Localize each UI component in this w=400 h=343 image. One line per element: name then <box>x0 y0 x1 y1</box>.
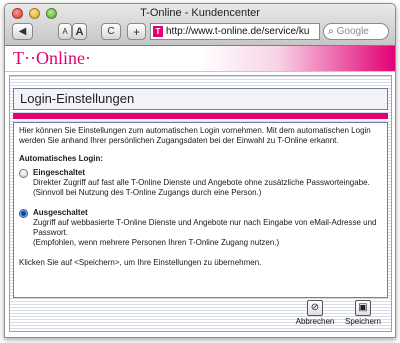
plus-icon: + <box>132 24 140 39</box>
font-smaller-button[interactable]: A <box>58 23 72 40</box>
cancel-button[interactable]: ⊘ Abbrechen <box>295 300 335 330</box>
reload-button[interactable]: C <box>101 23 121 40</box>
cancel-icon: ⊘ <box>307 300 323 316</box>
reload-icon: C <box>107 26 115 37</box>
back-icon: ◀ <box>18 26 27 37</box>
cancel-label: Abbrechen <box>295 317 335 326</box>
search-placeholder: Google <box>336 26 369 37</box>
action-bar: ⊘ Abbrechen ▣ Speichern <box>13 300 388 330</box>
back-button[interactable]: ◀ <box>12 23 33 40</box>
browser-window: T-Online - Kundencenter ◀ A A C + T http… <box>4 3 396 338</box>
save-label: Speichern <box>344 317 382 326</box>
save-instruction: Klicken Sie auf <Speichern>, um Ihre Ein… <box>19 258 262 267</box>
option-enabled-note: (Sinnvoll bei Nutzung des T-Online Zugan… <box>33 188 262 197</box>
accent-bar <box>13 113 388 119</box>
window-chrome: T-Online - Kundencenter ◀ A A C + T http… <box>5 4 395 46</box>
address-text: http://www.t-online.de/service/ku <box>166 26 310 37</box>
save-icon: ▣ <box>355 300 371 316</box>
option-enabled-description: Direkter Zugriff auf fast alle T-Online … <box>33 178 370 187</box>
intro-text: Hier können Sie Einstellungen zum automa… <box>19 126 371 145</box>
option-disabled-label: Ausgeschaltet <box>33 208 88 217</box>
page-content: Login-Einstellungen Hier können Sie Eins… <box>5 71 395 337</box>
window-title: T-Online - Kundencenter <box>140 7 260 19</box>
brand-header: T··Online· <box>5 46 395 71</box>
radio-enabled[interactable] <box>19 169 28 178</box>
save-button[interactable]: ▣ Speichern <box>343 300 383 330</box>
auto-login-heading: Automatisches Login: <box>19 154 104 163</box>
add-bookmark-button[interactable]: + <box>127 23 146 40</box>
content-frame: Login-Einstellungen Hier können Sie Eins… <box>9 75 392 332</box>
option-enabled-label: Eingeschaltet <box>33 168 86 177</box>
radio-disabled[interactable] <box>19 209 28 218</box>
address-bar[interactable]: T http://www.t-online.de/service/ku <box>150 23 320 40</box>
t-online-favicon-icon: T <box>153 26 163 37</box>
page-title: Login-Einstellungen <box>13 88 388 110</box>
search-icon: ⌕ <box>328 26 334 37</box>
option-disabled-description: Zugriff auf webbasierte T-Online Dienste… <box>33 218 377 237</box>
t-online-logo[interactable]: T··Online· <box>13 48 91 69</box>
toolbar: ◀ A A C + T http://www.t-online.de/servi… <box>5 23 395 43</box>
font-larger-button[interactable]: A <box>72 23 87 40</box>
search-field[interactable]: ⌕ Google <box>323 23 389 40</box>
option-disabled-note: (Empfohlen, wenn mehrere Personen Ihren … <box>33 238 280 247</box>
settings-panel: Hier können Sie Einstellungen zum automa… <box>13 122 388 298</box>
option-disabled[interactable]: Ausgeschaltet Zugriff auf webbasierte T-… <box>19 208 382 248</box>
option-enabled[interactable]: Eingeschaltet Direkter Zugriff auf fast … <box>19 168 382 198</box>
